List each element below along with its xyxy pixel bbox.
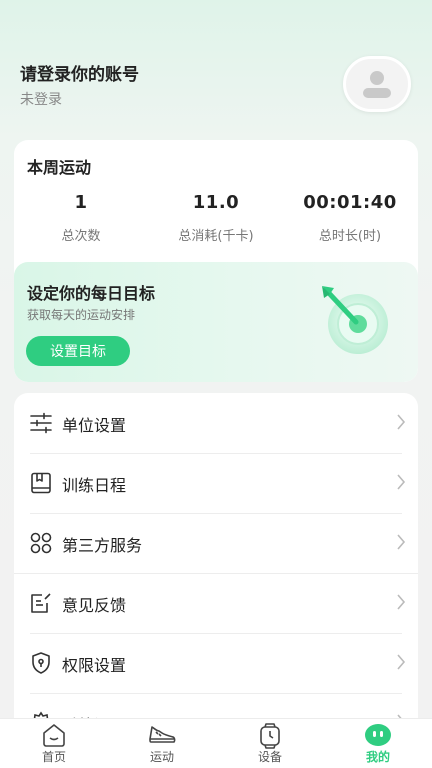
avatar[interactable] <box>343 56 411 112</box>
goal-title: 设定你的每日目标 <box>27 284 156 303</box>
tab-sport[interactable]: 运动 <box>108 719 216 768</box>
goal-subtitle: 获取每天的运动安排 <box>27 308 136 322</box>
menu-item-label: 权限设置 <box>62 656 127 675</box>
feedback-edit-icon <box>31 593 51 613</box>
chevron-right-icon <box>397 654 406 670</box>
sliders-icon <box>30 412 52 434</box>
chevron-right-icon <box>397 474 406 490</box>
menu-item-label: 意见反馈 <box>62 596 127 615</box>
tab-label: 首页 <box>41 750 66 764</box>
tab-label: 设备 <box>257 750 282 764</box>
stat-value: 00:01:40 <box>303 192 397 213</box>
tab-label: 我的 <box>365 750 390 764</box>
login-status: 未登录 <box>20 92 62 108</box>
tab-home[interactable]: 首页 <box>0 719 108 768</box>
stat-label: 总时长(时) <box>318 229 382 244</box>
chevron-right-icon <box>397 414 406 430</box>
chevron-right-icon <box>397 534 406 550</box>
stat-label: 总次数 <box>61 229 101 244</box>
menu-item-training-schedule[interactable]: 训练日程 <box>14 453 418 513</box>
tab-device[interactable]: 设备 <box>216 719 324 768</box>
menu-item-units[interactable]: 单位设置 <box>14 393 418 453</box>
stat-value: 11.0 <box>192 192 240 213</box>
settings-menu: 单位设置 训练日程 第三方服务 意见反馈 权限设置 <box>14 393 418 733</box>
tab-label: 运动 <box>149 750 174 764</box>
target-dart-icon <box>322 286 388 354</box>
weekly-activity-card: 本周运动 1 总次数 11.0 总消耗(千卡) 00:01:40 总时长(时) … <box>14 140 418 382</box>
chevron-right-icon <box>397 594 406 610</box>
stat-total-count: 1 总次数 <box>14 192 151 244</box>
bottom-tab-bar: 首页 运动 设备 我的 <box>0 718 432 768</box>
menu-item-label: 训练日程 <box>62 476 127 495</box>
set-goal-button[interactable]: 设置目标 <box>26 336 130 366</box>
menu-item-label: 第三方服务 <box>62 536 143 555</box>
stat-value: 1 <box>74 192 88 213</box>
user-avatar-icon <box>363 71 391 98</box>
menu-item-permissions[interactable]: 权限设置 <box>14 633 418 693</box>
weekly-activity-title: 本周运动 <box>27 158 92 177</box>
home-icon <box>43 724 65 747</box>
calendar-book-icon <box>31 472 51 494</box>
grid-apps-icon <box>30 532 52 554</box>
shield-lock-icon <box>32 652 50 674</box>
profile-face-icon <box>365 724 391 746</box>
stat-total-calories: 11.0 总消耗(千卡) <box>146 192 286 244</box>
stat-label: 总消耗(千卡) <box>178 229 254 244</box>
menu-item-feedback[interactable]: 意见反馈 <box>14 573 418 633</box>
profile-header[interactable]: 请登录你的账号 未登录 <box>0 0 432 130</box>
menu-item-third-party[interactable]: 第三方服务 <box>14 513 418 573</box>
watch-icon <box>260 723 280 749</box>
login-prompt[interactable]: 请登录你的账号 <box>20 60 139 85</box>
stat-total-duration: 00:01:40 总时长(时) <box>280 192 418 244</box>
menu-item-label: 单位设置 <box>62 416 127 435</box>
tab-mine[interactable]: 我的 <box>324 719 432 768</box>
daily-goal-banner[interactable]: 设定你的每日目标 获取每天的运动安排 设置目标 <box>14 262 418 382</box>
sneaker-icon <box>149 726 176 743</box>
